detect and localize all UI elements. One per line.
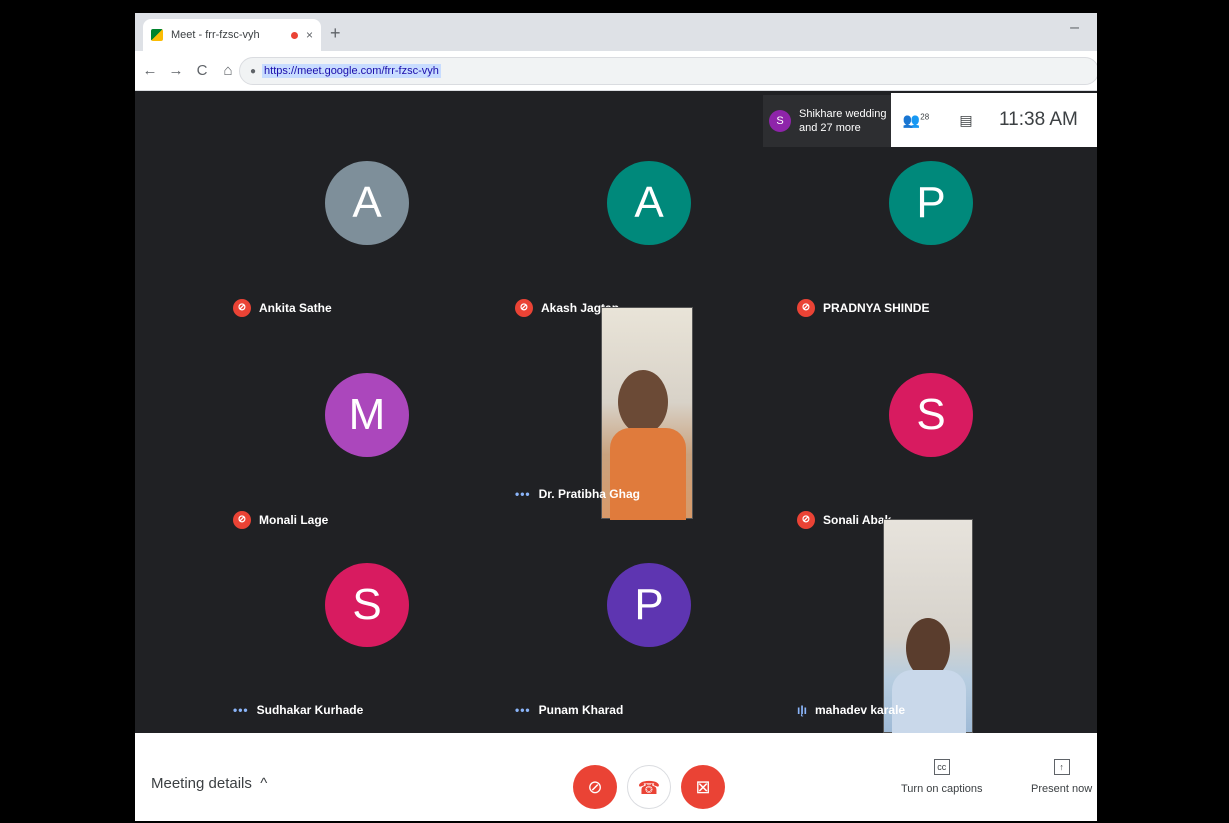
participant-name-row: ⊘ Ankita Sathe [233,299,332,317]
participant-name-row: ⊘ PRADNYA SHINDE [797,299,929,317]
present-label: Present now [1031,783,1093,795]
participant-name-row: ••• Punam Kharad [515,703,623,717]
participant-face [906,618,950,678]
avatar: A [607,161,691,245]
captions-label: Turn on captions [901,783,983,795]
avatar: S [889,373,973,457]
participant-name: Ankita Sathe [259,301,332,315]
participant-tile[interactable]: M ⊘ Monali Lage [227,331,509,543]
chevron-up-icon: ^ [256,775,268,792]
avatar: S [325,563,409,647]
participant-name: Dr. Pratibha Ghag [538,487,640,501]
address-bar[interactable]: ● https://meet.google.com/frr-fzsc-vyh [239,57,1097,85]
meeting-controls-bar: Meeting details ^ ⊘ ☎ ⊠ cc Turn on capti… [135,733,1097,821]
participant-tile[interactable]: P ⊘ PRADNYA SHINDE [791,119,1073,331]
participant-tile[interactable]: S ••• Sudhakar Kurhade [227,525,509,737]
url-text[interactable]: https://meet.google.com/frr-fzsc-vyh [262,64,441,78]
lock-icon: ● [250,65,257,77]
participant-tile[interactable]: A ⊘ Ankita Sathe [227,119,509,331]
meeting-details-label: Meeting details [151,775,252,792]
meet-favicon-icon [151,29,163,41]
recording-dot-icon [290,31,298,39]
speaking-indicator-icon: ıĮı [797,703,808,717]
participant-name: Sudhakar Kurhade [256,703,364,717]
present-icon: ↑ [1053,759,1070,775]
tab-meet[interactable]: Meet - frr-fzsc-vyh × [143,19,321,51]
minimize-button[interactable]: – [1070,19,1079,37]
participant-face [618,370,668,434]
more-options-icon[interactable]: ••• [515,487,531,501]
participant-tile[interactable]: ıĮı mahadev karale [791,519,1073,734]
mic-off-icon: ⊘ [233,299,251,317]
camera-off-icon: ⊠ [695,777,711,797]
back-button[interactable]: ← [139,62,161,79]
mic-off-icon: ⊘ [587,777,603,797]
camera-toggle-button[interactable]: ⊠ [681,765,725,809]
home-button[interactable]: ⌂ [217,62,239,79]
participant-name-row: ••• Sudhakar Kurhade [233,703,363,717]
hang-up-icon: ☎ [637,778,661,798]
mic-toggle-button[interactable]: ⊘ [573,765,617,809]
participant-name: PRADNYA SHINDE [823,301,930,315]
captions-icon: cc [933,759,950,775]
mic-off-icon: ⊘ [797,299,815,317]
avatar: P [889,161,973,245]
new-tab-button[interactable]: + [330,23,341,44]
forward-button[interactable]: → [165,62,187,79]
leave-call-button[interactable]: ☎ [627,765,671,809]
more-options-icon[interactable]: ••• [515,703,531,717]
participant-tile[interactable]: ••• Dr. Pratibha Ghag [509,307,791,520]
participant-tile[interactable]: A ⊘ Akash Jagtap [509,119,791,331]
participant-name-row: ıĮı mahadev karale [797,703,905,717]
avatar: M [325,373,409,457]
browser-window: Meet - frr-fzsc-vyh × + – ← → C ⌂ ● http… [135,13,1097,821]
browser-toolbar: ← → C ⌂ ● https://meet.google.com/frr-fz… [135,51,1097,91]
participant-tile[interactable]: S ⊘ Sonali Abak [791,331,1073,543]
tab-bar: Meet - frr-fzsc-vyh × + – [135,13,1097,51]
participant-body [610,428,686,520]
meeting-details-button[interactable]: Meeting details ^ [151,775,267,792]
participant-name-row: ••• Dr. Pratibha Ghag [515,487,640,501]
tab-close-icon[interactable]: × [306,28,313,42]
present-now-button[interactable]: ↑ Present now [1031,759,1092,795]
more-options-icon[interactable]: ••• [233,703,249,717]
participant-tile[interactable]: P ••• Punam Kharad [509,525,791,737]
participant-name: Punam Kharad [538,703,624,717]
participant-body [892,670,966,734]
tab-title: Meet - frr-fzsc-vyh [171,29,260,41]
reload-button[interactable]: C [191,62,213,79]
avatar: P [607,563,691,647]
participant-name: mahadev karale [815,703,906,717]
captions-button[interactable]: cc Turn on captions [901,759,983,795]
participant-video [883,519,973,734]
avatar: A [325,161,409,245]
